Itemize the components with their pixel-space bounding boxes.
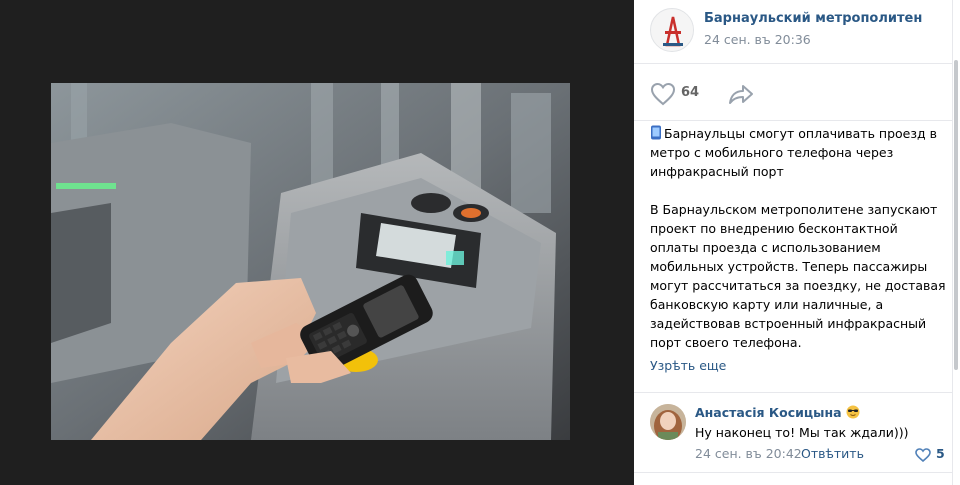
- divider: [634, 472, 952, 473]
- post-actions: 64: [634, 65, 952, 121]
- heart-outline-icon[interactable]: [915, 447, 931, 463]
- reply-link[interactable]: Отвѣтить: [801, 446, 864, 461]
- post-headline-text: Барнаульцы смогут оплачивать проезд в ме…: [650, 126, 937, 179]
- post-photo[interactable]: [51, 83, 570, 440]
- post-header: Барнаульский метрополитен 24 сен. въ 20:…: [634, 0, 952, 64]
- comment-text: Ну наконец то! Мы так ждали))): [695, 425, 909, 440]
- post-panel: Барнаульский метрополитен 24 сен. въ 20:…: [634, 0, 952, 485]
- scrollbar-thumb[interactable]: [954, 60, 958, 370]
- show-more-link[interactable]: Узрѣть еще: [650, 358, 726, 373]
- like-count[interactable]: 64: [681, 85, 699, 100]
- mobile-phone-emoji: [650, 125, 662, 140]
- post-date[interactable]: 24 сен. въ 20:36: [704, 32, 811, 47]
- post-body: В Барнаульском метрополитене запускают п…: [650, 202, 946, 350]
- comment-author-link[interactable]: Анастасія Косицына: [695, 405, 860, 420]
- heart-outline-icon[interactable]: [650, 82, 676, 106]
- group-name-link[interactable]: Барнаульский метрополитен: [704, 11, 922, 26]
- comment-author-name[interactable]: Анастасія Косицына: [695, 405, 842, 420]
- photo-viewer: [0, 0, 634, 485]
- comment-like-count[interactable]: 5: [936, 446, 945, 461]
- share-arrow-icon[interactable]: [728, 83, 754, 105]
- group-avatar[interactable]: [650, 8, 694, 52]
- divider: [634, 392, 952, 393]
- comment-avatar[interactable]: [650, 404, 686, 440]
- comment-date[interactable]: 24 сен. въ 20:42: [695, 446, 802, 461]
- post-headline: Барнаульцы смогут оплачивать проезд в ме…: [650, 124, 946, 181]
- post-text: Барнаульцы смогут оплачивать проезд в ме…: [650, 124, 946, 352]
- sunglasses-emoji: [846, 405, 860, 419]
